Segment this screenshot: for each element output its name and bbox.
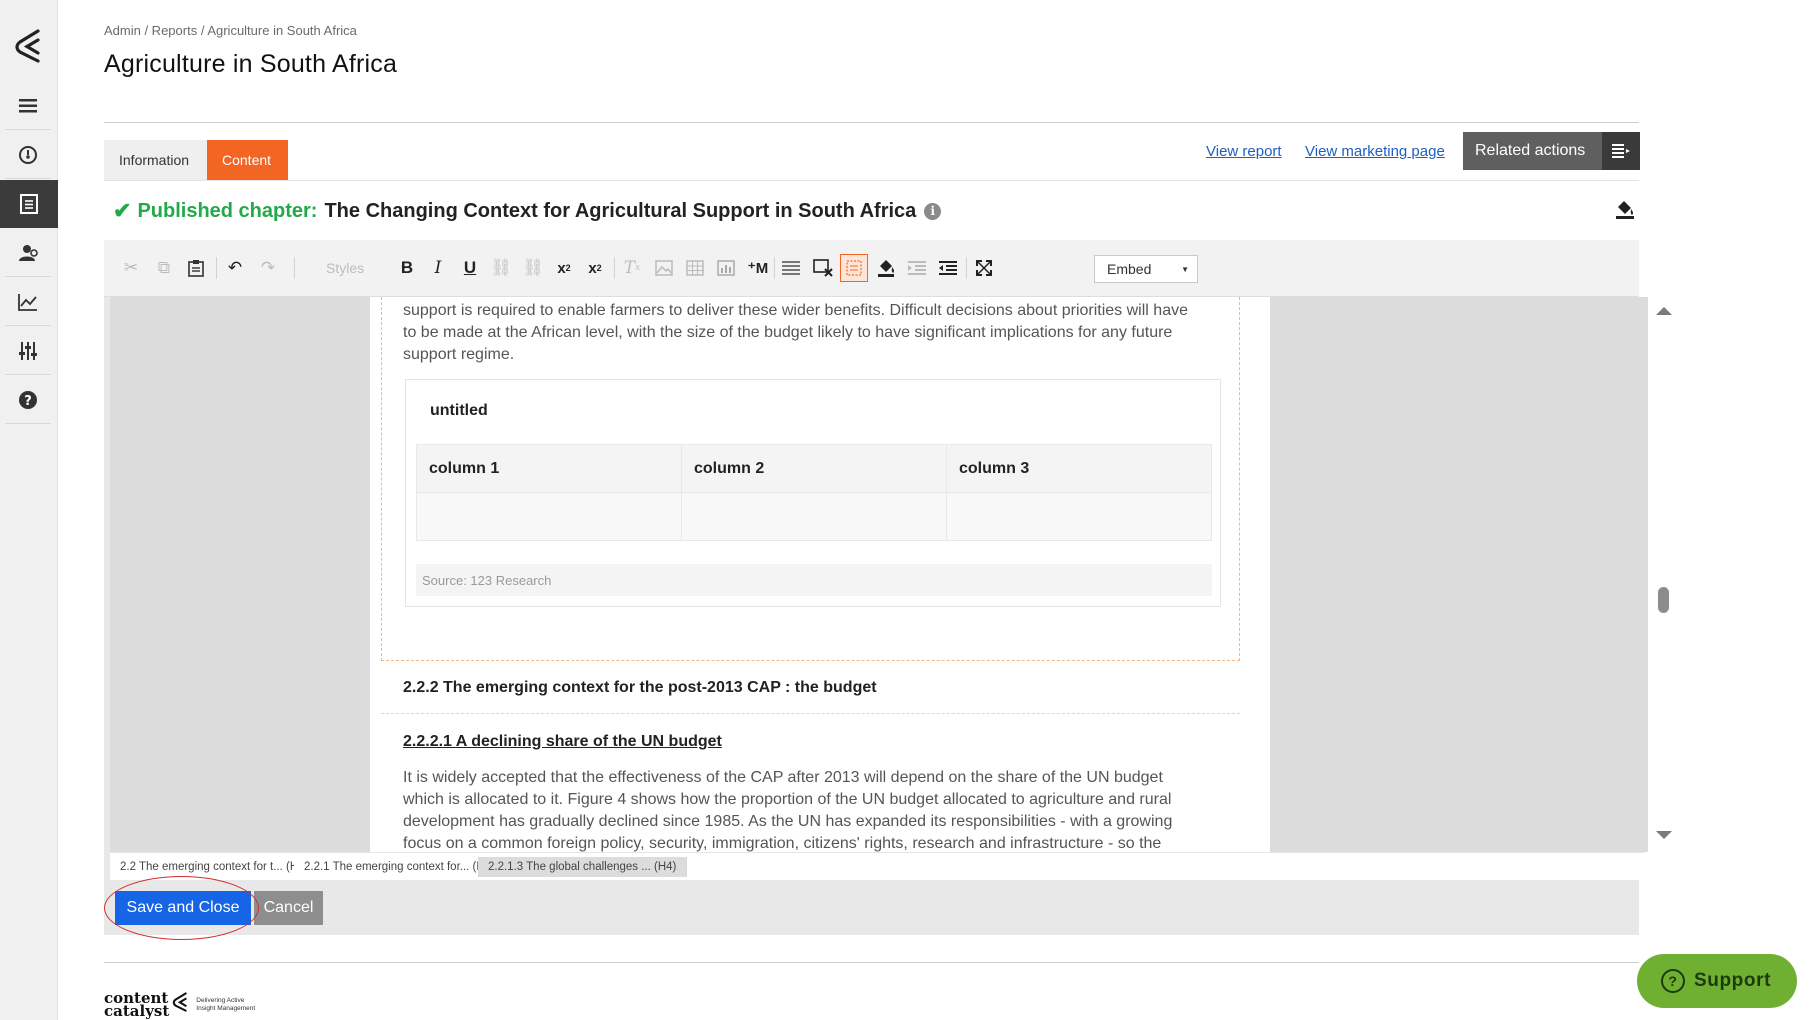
support-button[interactable]: ? Support bbox=[1637, 954, 1797, 1008]
dashboard-gauge-icon[interactable] bbox=[5, 131, 51, 179]
check-icon: ✔ bbox=[113, 198, 132, 223]
table-cell[interactable] bbox=[946, 492, 1212, 541]
document-page[interactable]: support is required to enable farmers to… bbox=[370, 297, 1270, 852]
rich-text-editor: ✂ ⧉ ↶ ↷ Styles ▼ B I U ⛓ ⛓ x2 x2 Tx ⁺M E… bbox=[104, 240, 1678, 940]
remove-format-icon[interactable]: Tx bbox=[618, 254, 646, 282]
paragraph[interactable]: support is required to enable farmers to… bbox=[403, 300, 1203, 366]
data-table: column 1 column 2 column 3 bbox=[416, 444, 1212, 541]
table-header-cell[interactable]: column 1 bbox=[416, 444, 682, 493]
left-navigation: ? bbox=[0, 0, 58, 1020]
italic-icon[interactable]: I bbox=[424, 254, 452, 282]
embed-dropdown[interactable]: Embed ▼ bbox=[1094, 255, 1198, 283]
toolbar-separator bbox=[774, 257, 775, 279]
paint-bucket-icon[interactable] bbox=[1614, 198, 1636, 225]
document-canvas[interactable]: support is required to enable farmers to… bbox=[110, 297, 1654, 852]
content-document-icon[interactable] bbox=[0, 180, 58, 228]
paragraph[interactable]: It is widely accepted that the effective… bbox=[403, 767, 1203, 852]
embedded-table[interactable]: untitled column 1 column 2 column 3 Sour… bbox=[405, 379, 1221, 607]
image-icon[interactable] bbox=[650, 254, 678, 282]
chapter-heading: ✔ Published chapter: The Changing Contex… bbox=[113, 198, 942, 224]
subscript-icon[interactable]: x2 bbox=[550, 254, 578, 282]
media-embed-icon[interactable]: ⁺M bbox=[744, 254, 772, 282]
outdent-icon[interactable] bbox=[934, 254, 962, 282]
align-icon[interactable] bbox=[777, 254, 805, 282]
tagline-line: Delivering Active bbox=[196, 996, 245, 1004]
footer-divider bbox=[104, 962, 1639, 963]
redo-icon[interactable]: ↷ bbox=[254, 254, 282, 282]
path-crumb[interactable]: 2.2.1.3 The global challenges ... (H4) bbox=[478, 857, 688, 877]
page-title: Agriculture in South Africa bbox=[104, 50, 398, 78]
analytics-chart-icon[interactable] bbox=[5, 278, 51, 326]
path-crumb[interactable]: 2.2 The emerging context for t... (H2) bbox=[110, 857, 320, 877]
footer-logo-wordmark: content catalyst bbox=[104, 990, 170, 1020]
chevron-down-icon: ▼ bbox=[1181, 264, 1189, 274]
table-header-cell[interactable]: column 3 bbox=[946, 444, 1212, 493]
editor-toolbar: ✂ ⧉ ↶ ↷ Styles ▼ B I U ⛓ ⛓ x2 x2 Tx ⁺M E… bbox=[104, 240, 1639, 297]
chart-table-icon[interactable] bbox=[712, 254, 740, 282]
logo-mark-icon bbox=[172, 990, 190, 1019]
copy-icon[interactable]: ⧉ bbox=[150, 254, 178, 282]
toolbar-separator bbox=[614, 257, 615, 279]
related-actions-label: Related actions bbox=[1475, 142, 1586, 159]
toolbar-separator bbox=[294, 257, 295, 279]
scroll-down-arrow-icon[interactable] bbox=[1656, 831, 1672, 839]
menu-icon[interactable] bbox=[5, 82, 51, 130]
link-icon[interactable]: ⛓ bbox=[487, 254, 515, 282]
breadcrumb[interactable]: Admin / Reports / Agriculture in South A… bbox=[104, 23, 357, 38]
tabs-divider bbox=[104, 180, 1639, 181]
embed-dropdown-label: Embed bbox=[1107, 261, 1152, 277]
fullscreen-icon[interactable] bbox=[970, 254, 998, 282]
styles-dropdown-label: Styles bbox=[326, 260, 365, 276]
logo-word: catalyst bbox=[104, 1001, 170, 1020]
question-icon: ? bbox=[1661, 969, 1685, 993]
heading-h3[interactable]: 2.2.2 The emerging context for the post-… bbox=[381, 662, 1240, 714]
table-source[interactable]: Source: 123 Research bbox=[416, 564, 1212, 596]
underline-icon[interactable]: U bbox=[456, 254, 484, 282]
list-menu-icon bbox=[1602, 132, 1640, 170]
bold-icon[interactable]: B bbox=[393, 254, 421, 282]
cancel-button[interactable]: Cancel bbox=[254, 891, 323, 925]
scroll-thumb[interactable] bbox=[1658, 587, 1669, 613]
related-actions-button[interactable]: Related actions bbox=[1463, 132, 1640, 170]
indent-icon[interactable] bbox=[903, 254, 931, 282]
undo-icon[interactable]: ↶ bbox=[221, 254, 249, 282]
highlight-annotation bbox=[104, 876, 259, 940]
show-blocks-icon[interactable] bbox=[840, 254, 868, 282]
remove-block-icon[interactable] bbox=[809, 254, 837, 282]
element-path-bar: 2.2 The emerging context for t... (H2) 2… bbox=[110, 852, 1645, 880]
vertical-scrollbar[interactable] bbox=[1648, 297, 1678, 852]
toolbar-separator bbox=[966, 257, 967, 279]
table-cell[interactable] bbox=[416, 492, 682, 541]
path-crumb[interactable]: 2.2.1 The emerging context for... (H3) bbox=[294, 857, 506, 877]
help-icon[interactable]: ? bbox=[5, 376, 51, 424]
fill-color-icon[interactable] bbox=[872, 254, 900, 282]
users-icon[interactable] bbox=[5, 229, 51, 277]
footer-tagline: Delivering Active Insight Management bbox=[196, 997, 255, 1013]
table-cell[interactable] bbox=[681, 492, 947, 541]
chapter-title: The Changing Context for Agricultural Su… bbox=[324, 199, 917, 222]
info-icon[interactable]: i bbox=[924, 202, 942, 220]
superscript-icon[interactable]: x2 bbox=[581, 254, 609, 282]
header-divider bbox=[104, 122, 1639, 123]
toolbar-separator bbox=[216, 257, 217, 279]
table-header-cell[interactable]: column 2 bbox=[681, 444, 947, 493]
footer-logo: content catalyst Delivering Active Insig… bbox=[104, 990, 255, 1019]
table-title[interactable]: untitled bbox=[430, 402, 488, 420]
tab-information[interactable]: Information bbox=[104, 140, 207, 180]
view-marketing-page-link[interactable]: View marketing page bbox=[1305, 143, 1445, 160]
unlink-icon[interactable]: ⛓ bbox=[519, 254, 547, 282]
tagline-line: Insight Management bbox=[196, 1004, 256, 1012]
settings-sliders-icon[interactable] bbox=[5, 327, 51, 375]
scroll-up-arrow-icon[interactable] bbox=[1656, 307, 1672, 315]
app-logo-icon[interactable] bbox=[0, 24, 58, 68]
heading-h4[interactable]: 2.2.2.1 A declining share of the UN budg… bbox=[403, 733, 722, 751]
support-label: Support bbox=[1694, 970, 1772, 991]
view-report-link[interactable]: View report bbox=[1206, 143, 1282, 160]
cut-icon[interactable]: ✂ bbox=[117, 254, 145, 282]
table-icon[interactable] bbox=[681, 254, 709, 282]
paste-icon[interactable] bbox=[182, 254, 210, 282]
published-status: Published chapter: bbox=[137, 199, 318, 222]
svg-text:?: ? bbox=[24, 394, 32, 409]
tab-content[interactable]: Content bbox=[207, 140, 288, 180]
